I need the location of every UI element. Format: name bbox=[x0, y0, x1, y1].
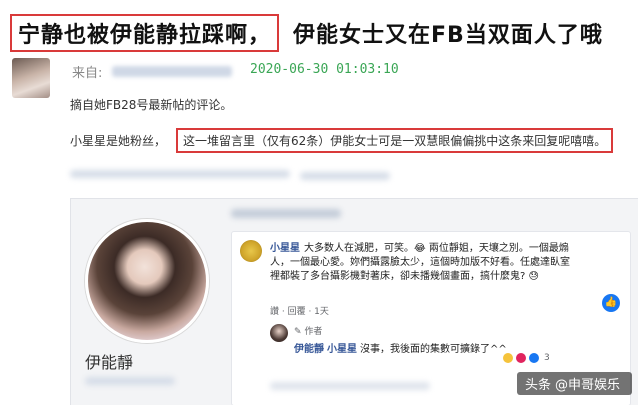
profile-card: 伊能靜 bbox=[71, 199, 221, 405]
reply-body: 伊能靜 小星星 沒事，我後面的集數可擴錄了^^ bbox=[294, 340, 507, 355]
reply-author[interactable]: 伊能靜 bbox=[294, 344, 324, 355]
blurred-text-line bbox=[300, 172, 390, 180]
commenter-avatar[interactable] bbox=[240, 240, 262, 262]
comment-actions[interactable]: 讚 · 回覆 · 1天 bbox=[270, 304, 329, 317]
haha-icon bbox=[502, 352, 514, 364]
blurred-reply-line bbox=[270, 382, 430, 390]
thumbs-up-icon: 👍 bbox=[602, 294, 620, 312]
author-badge: ✎ 作者 bbox=[294, 327, 323, 337]
post-timestamp: 2020-06-30 01:03:10 bbox=[250, 62, 399, 77]
comment-text: 大多数人在減肥，可笑。😂 兩位靜姐，天壤之別。一個最煽人，一個最心愛。妳們攝露臉… bbox=[270, 243, 570, 282]
post-excerpt: 摘自她FB28号最新帖的评论。 bbox=[70, 98, 233, 112]
reply-mention[interactable]: 小星星 bbox=[327, 344, 357, 355]
from-label: 来自: bbox=[72, 66, 103, 81]
fan-line: 小星星是她粉丝， 这一堆留言里（仅有62条）伊能女士可是一双慧眼偏偏挑中这条来回… bbox=[70, 127, 614, 153]
reply-reactions[interactable]: 3 bbox=[502, 352, 550, 364]
headline-highlight: 宁静也被伊能静拉踩啊， bbox=[10, 14, 280, 52]
watermark-platform: 头条 bbox=[524, 378, 551, 393]
comment-author[interactable]: 小星星 bbox=[270, 243, 300, 254]
profile-name[interactable]: 伊能靜 bbox=[85, 349, 133, 373]
headline-rest: 伊能女士又在FB当双面人了哦 bbox=[293, 23, 603, 48]
like-icon bbox=[528, 352, 540, 364]
blurred-username bbox=[112, 66, 232, 77]
blurred-profile-subtitle bbox=[85, 377, 175, 385]
blurred-text-line bbox=[70, 170, 290, 178]
heart-icon bbox=[515, 352, 527, 364]
avatar[interactable] bbox=[12, 58, 50, 98]
highlight-text: 这一堆留言里（仅有62条）伊能女士可是一双慧眼偏偏挑中这条来回复呢嘻嘻。 bbox=[176, 127, 614, 153]
headline: 宁静也被伊能静拉踩啊， 伊能女士又在FB当双面人了哦 bbox=[10, 14, 603, 52]
profile-photo[interactable] bbox=[85, 219, 209, 343]
fan-text: 小星星是她粉丝， bbox=[70, 133, 167, 148]
watermark: 头条 @申哥娱乐 bbox=[516, 372, 632, 395]
reply-text: 沒事，我後面的集數可擴錄了^^ bbox=[360, 344, 507, 355]
reaction-count: 3 bbox=[544, 353, 550, 363]
post-header: 来自: 2020-06-30 01:03:10 bbox=[12, 58, 622, 98]
comment-body: 小星星 大多数人在減肥，可笑。😂 兩位靜姐，天壤之別。一個最煽人，一個最心愛。妳們… bbox=[270, 242, 570, 284]
blurred-post-text bbox=[231, 209, 341, 218]
watermark-account: @申哥娱乐 bbox=[554, 378, 620, 393]
reply-avatar[interactable] bbox=[270, 324, 288, 342]
